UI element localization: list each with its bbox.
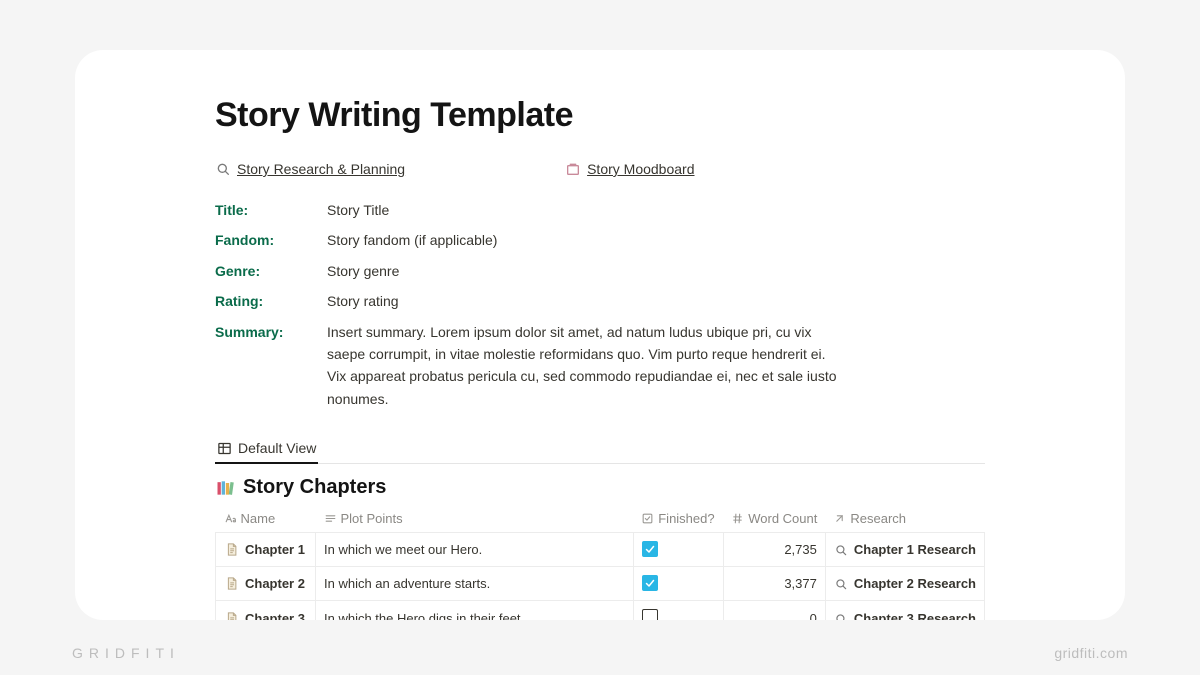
meta-block: Title: Story Title Fandom: Story fandom … [215, 199, 985, 410]
hash-icon [731, 512, 744, 525]
magnifier-icon [834, 543, 848, 557]
cell-plot[interactable]: In which we meet our Hero. [316, 533, 634, 567]
finished-checkbox[interactable] [642, 609, 658, 620]
cell-plot[interactable]: In which the Hero digs in their feet. [316, 601, 634, 620]
link-story-research[interactable]: Story Research & Planning [215, 161, 405, 177]
link-story-moodboard[interactable]: Story Moodboard [565, 161, 694, 177]
tab-label: Default View [238, 440, 316, 456]
link-label: Story Moodboard [587, 161, 694, 177]
chapters-table: Name Plot Points [215, 505, 985, 620]
magnifier-icon [215, 161, 231, 177]
cell-finished [633, 601, 723, 620]
chapter-name: Chapter 1 [245, 542, 305, 557]
meta-label: Summary: [215, 321, 327, 411]
cell-finished [633, 533, 723, 567]
cell-finished [633, 567, 723, 601]
meta-label: Genre: [215, 260, 327, 282]
col-label: Research [850, 511, 906, 526]
cell-wordcount[interactable]: 3,377 [723, 567, 825, 601]
meta-value[interactable]: Story genre [327, 260, 399, 282]
table-icon [217, 441, 232, 456]
page-card: Story Writing Template Story Research & … [75, 50, 1125, 620]
col-header-name[interactable]: Name [216, 505, 316, 533]
table-row: Chapter 1 In which we meet our Hero. 2,735… [216, 533, 985, 567]
meta-value[interactable]: Story Title [327, 199, 389, 221]
meta-label: Rating: [215, 290, 327, 312]
page-icon [224, 542, 239, 557]
meta-row-genre: Genre: Story genre [215, 260, 985, 282]
meta-value[interactable]: Story fandom (if applicable) [327, 229, 497, 251]
cell-wordcount[interactable]: 2,735 [723, 533, 825, 567]
col-header-wordcount[interactable]: Word Count [723, 505, 825, 533]
moodboard-icon [565, 161, 581, 177]
research-link: Chapter 2 Research [854, 576, 976, 591]
table-row: Chapter 2 In which an adventure starts. 3,… [216, 567, 985, 601]
col-header-finished[interactable]: Finished? [633, 505, 723, 533]
page-content: Story Writing Template Story Research & … [215, 96, 985, 620]
cell-research[interactable]: Chapter 3 Research [825, 601, 984, 620]
table-row: Chapter 3 In which the Hero digs in their… [216, 601, 985, 620]
meta-row-summary: Summary: Insert summary. Lorem ipsum dol… [215, 321, 985, 411]
page-icon [224, 611, 239, 620]
magnifier-icon [834, 612, 848, 620]
arrow-up-right-icon [833, 512, 846, 525]
cell-name[interactable]: Chapter 1 [216, 533, 316, 567]
col-header-research[interactable]: Research [825, 505, 984, 533]
books-icon [215, 478, 235, 498]
meta-row-fandom: Fandom: Story fandom (if applicable) [215, 229, 985, 251]
meta-row-rating: Rating: Story rating [215, 290, 985, 312]
tab-default-view[interactable]: Default View [215, 440, 318, 464]
meta-value[interactable]: Insert summary. Lorem ipsum dolor sit am… [327, 321, 847, 411]
col-label: Finished? [658, 511, 714, 526]
research-link: Chapter 1 Research [854, 542, 976, 557]
cell-plot[interactable]: In which an adventure starts. [316, 567, 634, 601]
text-type-icon [224, 512, 237, 525]
table-header-row: Name Plot Points [216, 505, 985, 533]
magnifier-icon [834, 577, 848, 591]
col-label: Name [241, 511, 276, 526]
chapter-name: Chapter 2 [245, 576, 305, 591]
cell-research[interactable]: Chapter 2 Research [825, 567, 984, 601]
cell-name[interactable]: Chapter 3 [216, 601, 316, 620]
meta-value[interactable]: Story rating [327, 290, 399, 312]
meta-label: Title: [215, 199, 327, 221]
lines-icon [324, 512, 337, 525]
checkbox-icon [641, 512, 654, 525]
finished-checkbox[interactable] [642, 541, 658, 557]
brand-url: gridfiti.com [1054, 645, 1128, 661]
page-icon [224, 576, 239, 591]
cell-research[interactable]: Chapter 1 Research [825, 533, 984, 567]
cell-name[interactable]: Chapter 2 [216, 567, 316, 601]
quick-links-row: Story Research & Planning Story Moodboar… [215, 161, 985, 177]
col-header-plot[interactable]: Plot Points [316, 505, 634, 533]
research-link: Chapter 3 Research [854, 611, 976, 620]
meta-row-title: Title: Story Title [215, 199, 985, 221]
database-title: Story Chapters [243, 476, 386, 499]
col-label: Plot Points [341, 511, 403, 526]
view-tabs: Default View [215, 440, 985, 464]
brand-watermark: GRIDFITI [72, 645, 180, 661]
chapter-name: Chapter 3 [245, 611, 305, 620]
meta-label: Fandom: [215, 229, 327, 251]
col-label: Word Count [748, 511, 817, 526]
page-title: Story Writing Template [215, 96, 985, 135]
finished-checkbox[interactable] [642, 575, 658, 591]
cell-wordcount[interactable]: 0 [723, 601, 825, 620]
link-label: Story Research & Planning [237, 161, 405, 177]
database-title-row: Story Chapters [215, 476, 985, 499]
